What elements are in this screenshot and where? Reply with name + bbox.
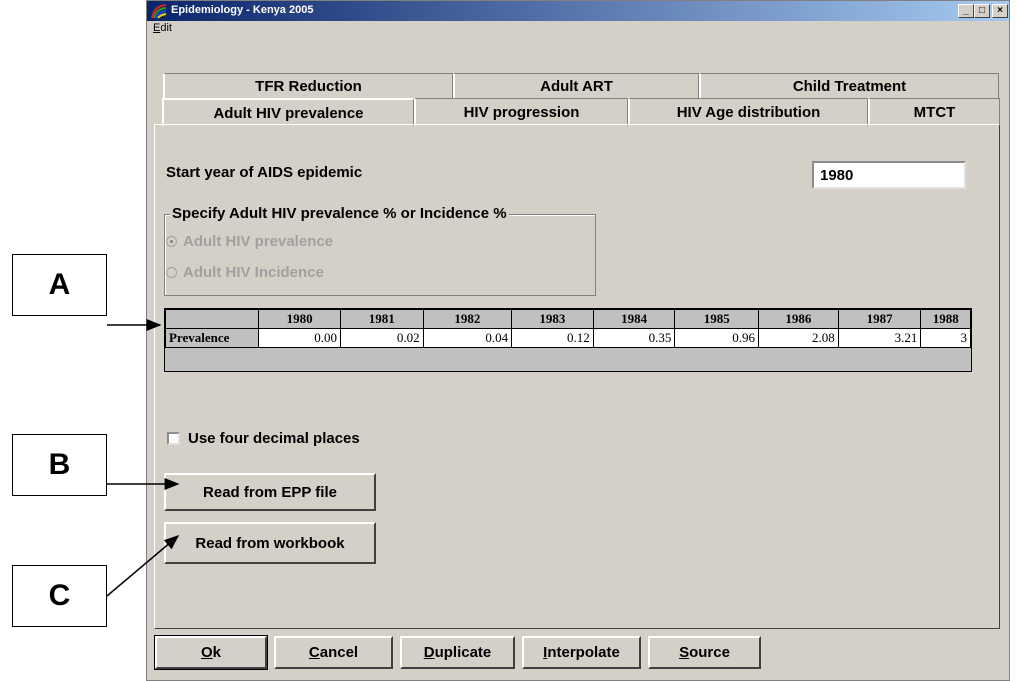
annotation-arrows bbox=[106, 319, 180, 597]
arrow-c bbox=[106, 535, 180, 597]
